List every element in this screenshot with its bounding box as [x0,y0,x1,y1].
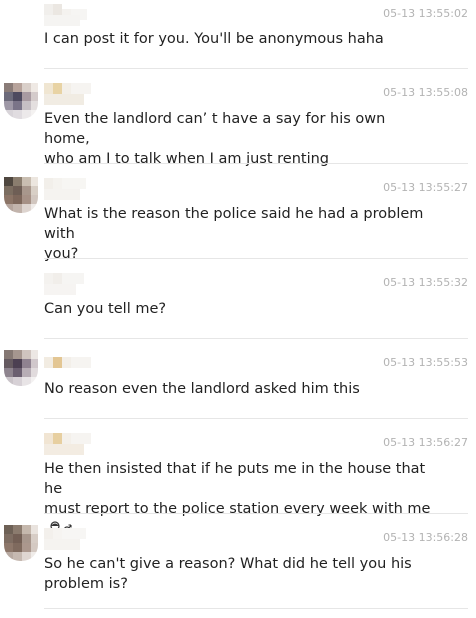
blurred-avatar-icon[interactable] [4,350,38,386]
message-text: So he can't give a reason? What did he t… [44,556,412,592]
blurred-username [44,528,94,550]
chat-message: 05-13 13:56:27 He then insisted that if … [0,419,476,536]
message-timestamp: 05-13 13:55:27 [383,181,468,194]
message-timestamp: 05-13 13:55:32 [383,276,468,289]
blurred-username [44,353,94,375]
blurred-avatar-icon[interactable] [4,525,38,561]
message-timestamp: 05-13 13:55:02 [383,7,468,20]
blurred-username [44,178,94,200]
message-text: I can post it for you. You'll be anonymo… [44,31,384,47]
blurred-username [44,273,94,295]
blurred-avatar-icon[interactable] [4,177,38,213]
message-divider [44,608,468,609]
message-timestamp: 05-13 13:56:28 [383,531,468,544]
chat-message: 05-13 13:56:28 So he can't give a reason… [0,514,476,609]
message-text: What is the reason the police said he ha… [44,206,424,262]
message-text: Can you tell me? [44,301,167,317]
blurred-username [44,83,94,105]
blurred-username [44,433,94,455]
message-timestamp: 05-13 13:56:27 [383,436,468,449]
chat-message: 05-13 13:55:02 I can post it for you. Yo… [0,0,476,69]
blurred-avatar-icon[interactable] [4,83,38,119]
blurred-username [44,4,94,26]
message-text: Even the landlord can’ t have a say for … [44,111,386,167]
chat-message: 05-13 13:55:53 No reason even the landlo… [0,339,476,419]
chat-message: 05-13 13:55:32 Can you tell me? [0,259,476,339]
message-text-content: He then insisted that if he puts me in t… [44,461,431,517]
message-timestamp: 05-13 13:55:53 [383,356,468,369]
message-timestamp: 05-13 13:55:08 [383,86,468,99]
chat-message: 05-13 13:55:08 Even the landlord can’ t … [0,69,476,167]
message-text: No reason even the landlord asked him th… [44,381,360,397]
chat-message: 05-13 13:55:27 What is the reason the po… [0,164,476,262]
chat-thread: 05-13 13:55:02 I can post it for you. Yo… [0,0,476,618]
